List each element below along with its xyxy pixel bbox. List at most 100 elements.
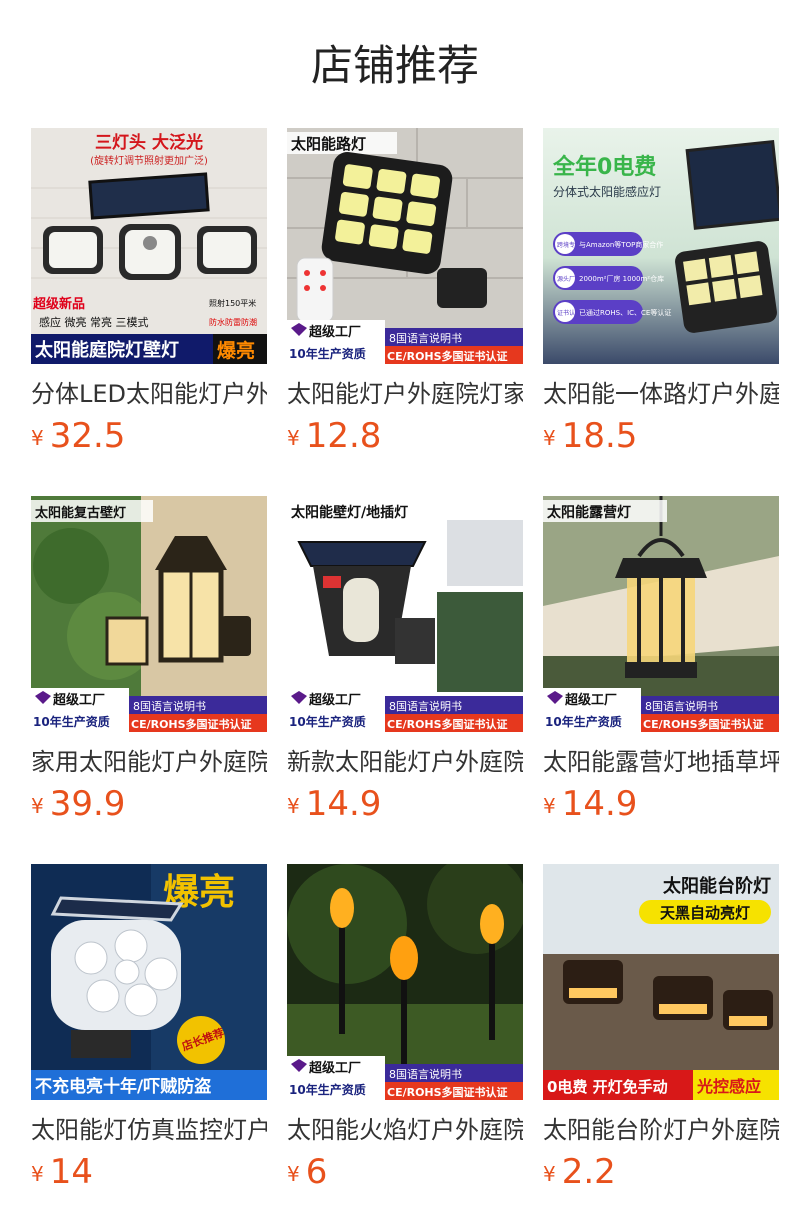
badge-text: 超级工厂 (565, 692, 617, 708)
price-value: 6 (305, 1152, 328, 1192)
badge-text: 分体式太阳能感应灯 (553, 184, 661, 199)
currency-symbol: ¥ (543, 1162, 556, 1186)
currency-symbol: ¥ (287, 1162, 300, 1186)
badge-text: 10年生产资质 (289, 714, 366, 729)
badge-text: 超级工厂 (309, 324, 361, 340)
product-name[interactable]: 太阳能火焰灯户外庭院灯 (287, 1112, 523, 1148)
price-value: 14 (49, 1152, 93, 1192)
product-card[interactable]: 三灯头 大泛光 (旋转灯调节照射更加广泛) 超级新品 照射150平米 感应 微亮… (31, 128, 267, 458)
badge-text: 超级新品 (33, 296, 85, 312)
product-name[interactable]: 分体LED太阳能灯户外庭院灯 (31, 376, 267, 412)
product-price: ¥2.2 (543, 1152, 616, 1192)
product-price: ¥18.5 (543, 416, 637, 456)
price-value: 14.9 (305, 784, 382, 824)
badge-text: 太阳能路灯 (291, 135, 366, 153)
badge-text: CE/ROHS多国证书认证 (387, 717, 508, 731)
badge-text: 8国语言说明书 (389, 331, 462, 345)
badge-text: 8国语言说明书 (645, 699, 718, 713)
price-value: 18.5 (561, 416, 638, 456)
product-image[interactable]: 全年0电费 分体式太阳能感应灯 跨境专供 与Amazon等TOP商家合作 源头厂… (543, 128, 779, 364)
page-title: 店铺推荐 (310, 41, 479, 90)
product-card[interactable]: 爆亮 店长推荐 不充电亮十年/吓贼防盗 太阳能灯仿真监控灯户外 ¥14 (31, 864, 267, 1194)
product-image[interactable]: 太阳能路灯 超级工厂 10年生产资质 8国语言说明书 CE/ROHS多国证书认证 (287, 128, 523, 364)
price-value: 39.9 (49, 784, 126, 824)
badge-text: 感应 微亮 常亮 三模式 (39, 315, 149, 329)
currency-symbol: ¥ (31, 794, 44, 818)
badge-text: 太阳能复古壁灯 (34, 505, 126, 521)
badge-text: 爆亮 (217, 339, 255, 362)
badge-text: 与Amazon等TOP商家合作 (579, 240, 663, 249)
product-price: ¥6 (287, 1152, 327, 1192)
badge-text: 太阳能壁灯/地插灯 (291, 504, 408, 521)
currency-symbol: ¥ (543, 426, 556, 450)
badge-text: 0电费 开灯免手动 (547, 1078, 668, 1096)
badge-text: 源头厂家 (557, 275, 581, 283)
badge-text: 跨境专供 (557, 241, 581, 249)
product-card[interactable]: 太阳能台阶灯 天黑自动亮灯 0电费 开灯免手动 光控感应 太阳能台阶灯户外庭院灯… (543, 864, 779, 1194)
product-image[interactable]: 太阳能复古壁灯 超级工厂 10年生产资质 8国语言说明书 CE/ROHS多国证书… (31, 496, 267, 732)
product-price: ¥14.9 (287, 784, 381, 824)
badge-text: 超级工厂 (309, 692, 361, 708)
product-name[interactable]: 太阳能灯户外庭院灯家用 (287, 376, 523, 412)
badge-text: 不充电亮十年/吓贼防盗 (35, 1076, 211, 1097)
price-value: 2.2 (561, 1152, 616, 1192)
product-name[interactable]: 家用太阳能灯户外庭院壁灯 (31, 744, 267, 780)
badge-text: 超级工厂 (309, 1060, 361, 1076)
product-image[interactable]: 太阳能台阶灯 天黑自动亮灯 0电费 开灯免手动 光控感应 (543, 864, 779, 1100)
product-image[interactable]: 三灯头 大泛光 (旋转灯调节照射更加广泛) 超级新品 照射150平米 感应 微亮… (31, 128, 267, 364)
badge-text: CE/ROHS多国证书认证 (387, 1085, 508, 1099)
badge-text: CE/ROHS多国证书认证 (387, 349, 508, 363)
product-name[interactable]: 新款太阳能灯户外庭院灯 (287, 744, 523, 780)
badge-text: 太阳能庭院灯壁灯 (35, 339, 179, 361)
product-card[interactable]: 太阳能复古壁灯 超级工厂 10年生产资质 8国语言说明书 CE/ROHS多国证书… (31, 496, 267, 826)
currency-symbol: ¥ (287, 794, 300, 818)
badge-text: 8国语言说明书 (133, 699, 206, 713)
product-image[interactable]: 太阳能壁灯/地插灯 超级工厂 10年生产资质 8国语言说明书 CE/ROHS多国… (287, 496, 523, 732)
badge-text: 10年生产资质 (289, 1082, 366, 1097)
badge-text: 2000m²厂房 1000m²仓库 (579, 274, 664, 283)
badge-text: 8国语言说明书 (389, 699, 462, 713)
price-value: 14.9 (561, 784, 638, 824)
currency-symbol: ¥ (287, 426, 300, 450)
price-value: 12.8 (305, 416, 382, 456)
badge-text: 三灯头 大泛光 (95, 132, 203, 153)
product-price: ¥14 (31, 1152, 93, 1192)
badge-text: 照射150平米 (209, 298, 256, 308)
badge-text: 已通过ROHS、IC、CE等认证 (579, 308, 671, 317)
price-value: 32.5 (49, 416, 126, 456)
product-price: ¥14.9 (543, 784, 637, 824)
product-name[interactable]: 太阳能露营灯地插草坪灯 (543, 744, 779, 780)
product-name[interactable]: 太阳能灯仿真监控灯户外 (31, 1112, 267, 1148)
product-card[interactable]: 太阳能壁灯/地插灯 超级工厂 10年生产资质 8国语言说明书 CE/ROHS多国… (287, 496, 523, 826)
product-card[interactable]: 全年0电费 分体式太阳能感应灯 跨境专供 与Amazon等TOP商家合作 源头厂… (543, 128, 779, 458)
currency-symbol: ¥ (31, 426, 44, 450)
badge-text: 天黑自动亮灯 (660, 904, 750, 922)
product-card[interactable]: 太阳能露营灯 超级工厂 10年生产资质 8国语言说明书 CE/ROHS多国证书认… (543, 496, 779, 826)
product-price: ¥39.9 (31, 784, 125, 824)
currency-symbol: ¥ (31, 1162, 44, 1186)
product-card[interactable]: 超级工厂 10年生产资质 8国语言说明书 CE/ROHS多国证书认证 太阳能火焰… (287, 864, 523, 1194)
product-image[interactable]: 爆亮 店长推荐 不充电亮十年/吓贼防盗 (31, 864, 267, 1100)
product-name[interactable]: 太阳能台阶灯户外庭院灯 (543, 1112, 779, 1148)
badge-text: 10年生产资质 (545, 714, 622, 729)
badge-text: 10年生产资质 (289, 346, 366, 361)
badge-text: 10年生产资质 (33, 714, 110, 729)
badge-text: 超级工厂 (53, 692, 105, 708)
product-price: ¥12.8 (287, 416, 381, 456)
badge-text: (旋转灯调节照射更加广泛) (90, 154, 208, 167)
badge-text: 太阳能露营灯 (547, 504, 631, 521)
badge-text: 8国语言说明书 (389, 1067, 462, 1081)
badge-text: 证书认证 (557, 309, 581, 317)
product-image[interactable]: 超级工厂 10年生产资质 8国语言说明书 CE/ROHS多国证书认证 (287, 864, 523, 1100)
badge-text: CE/ROHS多国证书认证 (643, 717, 764, 731)
product-name[interactable]: 太阳能一体路灯户外庭院 (543, 376, 779, 412)
badge-text: 防水防雷防潮 (209, 317, 257, 327)
badge-text: 太阳能台阶灯 (663, 875, 771, 897)
badge-text: 光控感应 (696, 1077, 761, 1096)
product-image[interactable]: 太阳能露营灯 超级工厂 10年生产资质 8国语言说明书 CE/ROHS多国证书认… (543, 496, 779, 732)
product-price: ¥32.5 (31, 416, 125, 456)
badge-text: CE/ROHS多国证书认证 (131, 717, 252, 731)
badge-text: 全年0电费 (552, 154, 656, 180)
currency-symbol: ¥ (543, 794, 556, 818)
product-card[interactable]: 太阳能路灯 超级工厂 10年生产资质 8国语言说明书 CE/ROHS多国证书认证… (287, 128, 523, 458)
